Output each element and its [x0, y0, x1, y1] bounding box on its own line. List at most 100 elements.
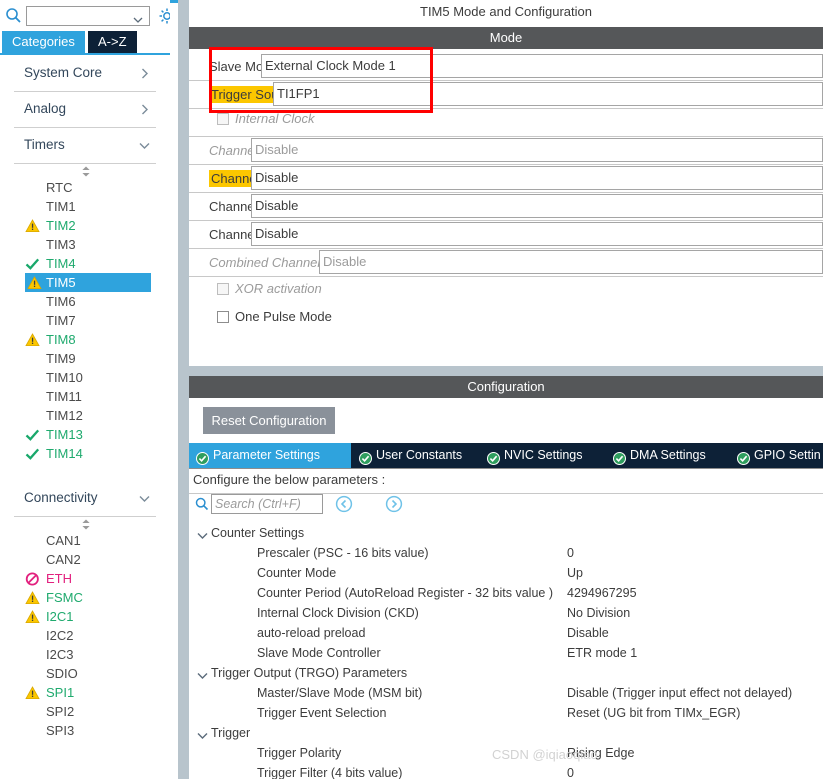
chevron-down-icon[interactable]: [139, 139, 150, 150]
sidebar-item-tim11[interactable]: TIM11: [0, 387, 170, 406]
sidebar-group-connectivity[interactable]: Connectivity: [14, 481, 156, 517]
param-value[interactable]: Disable: [567, 626, 609, 640]
sidebar-item-spi2[interactable]: SPI2: [0, 702, 170, 721]
param-name: Counter Period (AutoReload Register - 32…: [257, 586, 553, 600]
sidebar-item-tim13[interactable]: TIM13: [0, 425, 170, 444]
sidebar-item-eth[interactable]: ETH: [0, 569, 170, 588]
sidebar-item-tim12[interactable]: TIM12: [0, 406, 170, 425]
param-row-master-slave-mode-msm-bit[interactable]: Master/Slave Mode (MSM bit) Disable (Trig…: [189, 684, 823, 704]
tab-user-constants[interactable]: User Constants: [352, 443, 479, 468]
tab-gpio-settin[interactable]: GPIO Settin: [730, 443, 823, 468]
chevron-left-circle-icon[interactable]: [335, 495, 353, 513]
mode-field-combined-channels[interactable]: Disable: [319, 250, 823, 274]
sidebar-item-label: I2C2: [46, 628, 74, 643]
tree-resize-grip[interactable]: [0, 517, 170, 531]
sidebar-item-i2c3[interactable]: I2C3: [0, 645, 170, 664]
chevron-right-icon[interactable]: [139, 67, 150, 79]
param-group-label: Trigger: [211, 726, 251, 740]
chevron-down-icon[interactable]: [197, 670, 208, 679]
sidebar-item-i2c2[interactable]: I2C2: [0, 626, 170, 645]
mode-field-channel4[interactable]: Disable: [251, 222, 823, 246]
param-value[interactable]: Reset (UG bit from TIMx_EGR): [567, 706, 740, 720]
sidebar-item-tim4[interactable]: TIM4: [0, 254, 170, 273]
mode-field-trigger-source[interactable]: TI1FP1: [273, 82, 823, 106]
param-value[interactable]: Up: [567, 566, 583, 580]
param-name: Trigger Filter (4 bits value): [257, 766, 403, 779]
tab-categories[interactable]: Categories: [2, 31, 85, 53]
mode-section-header: Mode: [189, 27, 823, 49]
sidebar-group-timers[interactable]: Timers: [14, 128, 156, 164]
param-group-counter-settings[interactable]: Counter Settings: [189, 524, 823, 544]
chevron-down-icon[interactable]: [139, 492, 150, 503]
tab-nvic-settings[interactable]: NVIC Settings: [480, 443, 605, 468]
tab-a-to-z[interactable]: A->Z: [88, 31, 137, 53]
param-row-trigger-filter-4-bits-value[interactable]: Trigger Filter (4 bits value) 0: [189, 764, 823, 779]
chevron-right-circle-icon[interactable]: [385, 495, 403, 513]
sidebar-group-analog[interactable]: Analog: [14, 92, 156, 128]
sidebar-item-tim3[interactable]: TIM3: [0, 235, 170, 254]
param-row-prescaler-psc-16-bits-value[interactable]: Prescaler (PSC - 16 bits value) 0: [189, 544, 823, 564]
tab-label: NVIC Settings: [504, 448, 583, 462]
param-value[interactable]: No Division: [567, 606, 630, 620]
checkbox-one-pulse-mode[interactable]: [217, 311, 229, 323]
param-row-auto-reload-preload[interactable]: auto-reload preload Disable: [189, 624, 823, 644]
param-group-trigger[interactable]: Trigger: [189, 724, 823, 744]
checkbox-label-internal-clock: Internal Clock: [235, 111, 315, 126]
sidebar-item-tim2[interactable]: TIM2: [0, 216, 170, 235]
param-row-trigger-event-selection[interactable]: Trigger Event Selection Reset (UG bit fro…: [189, 704, 823, 724]
sidebar-item-tim6[interactable]: TIM6: [0, 292, 170, 311]
sidebar-item-tim5[interactable]: TIM5: [25, 273, 151, 292]
search-input[interactable]: [27, 7, 127, 25]
chevron-right-icon[interactable]: [139, 103, 150, 115]
sidebar-item-spi1[interactable]: SPI1: [0, 683, 170, 702]
mode-field-channel1[interactable]: Disable: [251, 138, 823, 162]
param-group-trigger-output-trgo-parameters[interactable]: Trigger Output (TRGO) Parameters: [189, 664, 823, 684]
param-value[interactable]: 0: [567, 546, 574, 560]
gear-icon[interactable]: [158, 7, 170, 25]
mode-row-channel3: Channel3 Disable: [189, 193, 823, 221]
param-row-internal-clock-division-ckd[interactable]: Internal Clock Division (CKD) No Division: [189, 604, 823, 624]
mode-field-slave-mode[interactable]: External Clock Mode 1: [261, 54, 823, 78]
sidebar-item-tim1[interactable]: TIM1: [0, 197, 170, 216]
param-row-counter-period-autoreload-register-32-bi[interactable]: Counter Period (AutoReload Register - 32…: [189, 584, 823, 604]
sidebar-item-tim8[interactable]: TIM8: [0, 330, 170, 349]
parameter-search-input[interactable]: Search (Ctrl+F): [211, 494, 323, 514]
mode-field-channel3[interactable]: Disable: [251, 194, 823, 218]
chevron-down-icon[interactable]: [197, 530, 208, 539]
sidebar-item-i2c1[interactable]: I2C1: [0, 607, 170, 626]
sidebar-item-label: ETH: [46, 571, 72, 586]
sidebar-item-label: TIM4: [46, 256, 76, 271]
checkbox-internal-clock[interactable]: [217, 113, 229, 125]
mode-field-channel2[interactable]: Disable: [251, 166, 823, 190]
tab-dma-settings[interactable]: DMA Settings: [606, 443, 729, 468]
sidebar-item-sdio[interactable]: SDIO: [0, 664, 170, 683]
search-combo[interactable]: [26, 6, 150, 26]
sidebar-item-tim10[interactable]: TIM10: [0, 368, 170, 387]
sidebar-item-can1[interactable]: CAN1: [0, 531, 170, 550]
sidebar-item-spi3[interactable]: SPI3: [0, 721, 170, 740]
chevron-down-icon[interactable]: [133, 12, 143, 23]
sidebar-item-tim14[interactable]: TIM14: [0, 444, 170, 463]
chevron-down-icon[interactable]: [197, 730, 208, 739]
status-warning-icon: [25, 610, 40, 624]
param-value[interactable]: Disable (Trigger input effect not delaye…: [567, 686, 792, 700]
sidebar-item-tim9[interactable]: TIM9: [0, 349, 170, 368]
param-row-counter-mode[interactable]: Counter Mode Up: [189, 564, 823, 584]
panel-splitter[interactable]: [178, 0, 189, 779]
param-row-slave-mode-controller[interactable]: Slave Mode Controller ETR mode 1: [189, 644, 823, 664]
mode-row-slave-mode: Slave Mode External Clock Mode 1: [189, 53, 823, 81]
param-value[interactable]: ETR mode 1: [567, 646, 637, 660]
sidebar-item-fsmc[interactable]: FSMC: [0, 588, 170, 607]
sidebar-group-system-core[interactable]: System Core: [14, 56, 156, 92]
sidebar-item-rtc[interactable]: RTC: [0, 178, 170, 197]
tab-parameter-settings[interactable]: Parameter Settings: [189, 443, 351, 468]
checkbox-xor-activation[interactable]: [217, 283, 229, 295]
param-value[interactable]: 4294967295: [567, 586, 637, 600]
sidebar-item-label: RTC: [46, 180, 73, 195]
param-value[interactable]: 0: [567, 766, 574, 779]
reset-configuration-button[interactable]: Reset Configuration: [203, 407, 335, 434]
tree-resize-grip[interactable]: [0, 164, 170, 178]
mode-row-channel1: Channel1 Disable: [189, 137, 823, 165]
sidebar-item-can2[interactable]: CAN2: [0, 550, 170, 569]
sidebar-item-tim7[interactable]: TIM7: [0, 311, 170, 330]
